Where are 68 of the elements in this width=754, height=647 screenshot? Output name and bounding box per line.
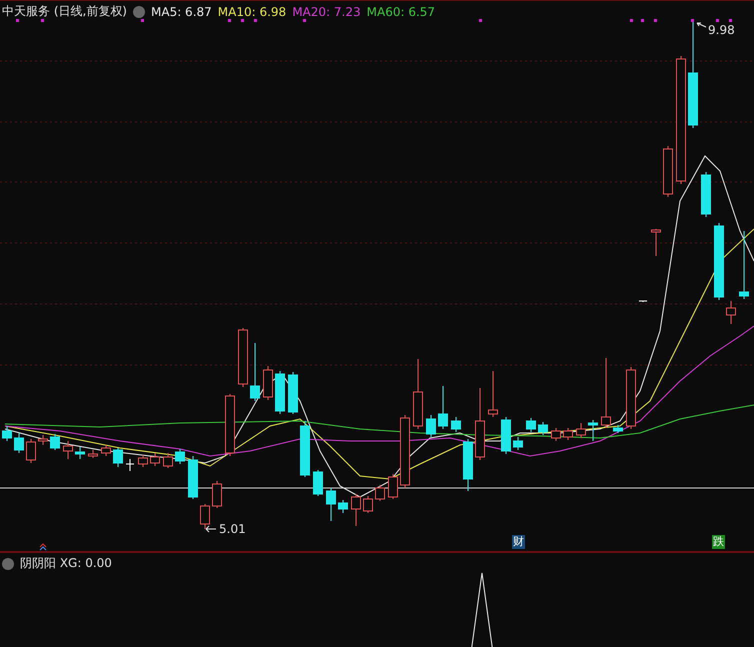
double-caret-icon xyxy=(40,543,46,550)
candlestick xyxy=(250,342,260,402)
candlestick xyxy=(351,494,361,526)
candlestick xyxy=(225,394,235,456)
candlestick xyxy=(288,372,298,414)
moving-average-reading: MA20: 7.23 xyxy=(292,4,361,18)
candlestick xyxy=(663,146,673,198)
candlestick xyxy=(212,480,222,508)
candlestick xyxy=(501,416,511,454)
candlestick xyxy=(739,230,749,300)
candlestick xyxy=(14,432,24,454)
candlestick xyxy=(375,484,385,502)
candlestick xyxy=(38,434,48,446)
candlestick xyxy=(488,370,498,418)
candlestick xyxy=(275,370,285,414)
candlestick xyxy=(538,422,548,436)
candlestick xyxy=(175,448,185,464)
candlestick xyxy=(726,300,736,324)
candlestick xyxy=(63,440,73,460)
candlestick xyxy=(88,450,98,458)
candlestick xyxy=(463,438,473,492)
candlestick xyxy=(526,418,536,432)
low-price-label: 5.01 xyxy=(219,522,246,536)
candlestick xyxy=(563,428,573,440)
candlestick xyxy=(388,474,398,500)
candlestick xyxy=(138,454,148,468)
candlestick xyxy=(701,172,711,218)
candlestick xyxy=(101,444,111,456)
moving-average-reading: MA60: 6.57 xyxy=(366,4,436,18)
candlestick xyxy=(200,504,210,530)
candlestick xyxy=(263,366,273,400)
candlestick xyxy=(626,366,636,430)
candlestick xyxy=(638,300,648,302)
candlestick xyxy=(338,500,348,514)
arrow-icon xyxy=(206,526,216,532)
candlestick xyxy=(126,458,134,472)
candlestick xyxy=(2,426,12,442)
candlestick xyxy=(613,424,623,434)
event-tag: 跌 xyxy=(712,535,725,549)
indicator-title: 阴阴阳 XG: 0.00 xyxy=(20,555,112,572)
candlestick xyxy=(150,452,160,466)
candlestick xyxy=(238,328,248,388)
candlestick xyxy=(163,452,173,468)
event-tag: 财 xyxy=(512,535,525,549)
candlestick xyxy=(300,420,310,478)
candlestick xyxy=(651,228,661,256)
candlestick xyxy=(576,422,586,438)
moving-average-reading: MA10: 6.98 xyxy=(218,4,286,18)
candlestick xyxy=(363,496,373,514)
candlestick xyxy=(50,434,60,450)
candlestick xyxy=(513,436,523,450)
candlestick xyxy=(188,456,198,500)
candlestick xyxy=(413,358,423,430)
candlestick xyxy=(326,488,336,522)
high-price-label: 9.98 xyxy=(708,23,735,37)
arrow-icon xyxy=(696,22,706,28)
chart-title: 中天服务 (日线,前复权) xyxy=(2,3,127,20)
candlestick xyxy=(601,358,611,428)
candlestick xyxy=(451,416,461,432)
moving-average-reading: MA5: 6.87 xyxy=(151,4,212,18)
candlestick xyxy=(26,438,36,464)
candlestick xyxy=(426,414,436,438)
candlestick xyxy=(551,428,561,442)
candlestick xyxy=(438,386,448,430)
candlestick xyxy=(113,448,123,468)
candlestick xyxy=(588,420,598,442)
candlestick xyxy=(75,446,85,460)
candlestick xyxy=(313,470,323,496)
